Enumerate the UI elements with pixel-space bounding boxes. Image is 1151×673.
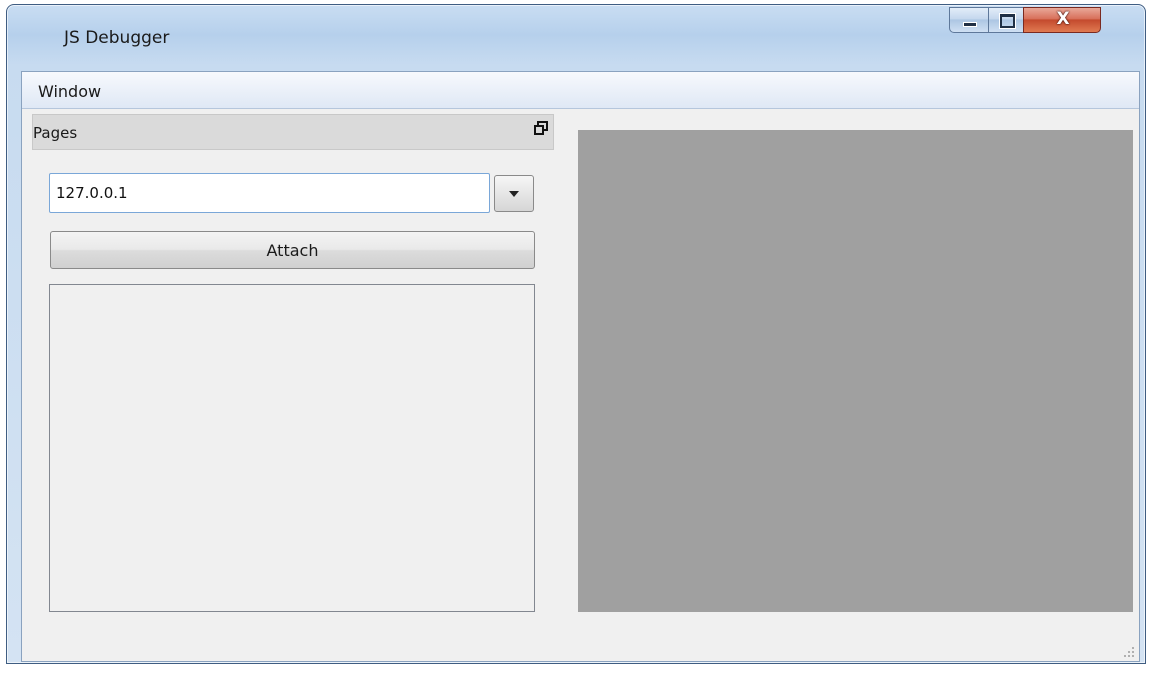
size-grip-graphic bbox=[1124, 647, 1134, 657]
minimize-icon bbox=[963, 22, 977, 27]
size-grip-icon[interactable] bbox=[1123, 646, 1135, 658]
app-window: JS Debugger X Window Pages Attach bbox=[6, 4, 1146, 664]
maximize-button[interactable] bbox=[988, 7, 1024, 33]
pages-dock-header: Pages bbox=[32, 114, 554, 150]
host-address-input[interactable] bbox=[49, 173, 490, 213]
close-button[interactable]: X bbox=[1023, 7, 1101, 33]
client-area: Window Pages Attach bbox=[21, 71, 1140, 662]
minimize-button[interactable] bbox=[949, 7, 989, 33]
debugger-view-pane bbox=[578, 130, 1133, 612]
menu-window[interactable]: Window bbox=[32, 82, 107, 101]
float-icon-graphic bbox=[534, 121, 548, 135]
close-icon: X bbox=[1056, 9, 1070, 29]
menu-bar: Window bbox=[22, 72, 1139, 109]
maximize-icon bbox=[1000, 14, 1015, 28]
attach-button[interactable]: Attach bbox=[50, 231, 535, 269]
host-history-dropdown[interactable] bbox=[494, 175, 534, 212]
float-icon[interactable] bbox=[532, 121, 550, 139]
pages-dock-title: Pages bbox=[33, 124, 78, 142]
chevron-down-icon bbox=[509, 191, 519, 197]
pages-list[interactable] bbox=[49, 284, 535, 612]
window-title: JS Debugger bbox=[64, 28, 170, 48]
